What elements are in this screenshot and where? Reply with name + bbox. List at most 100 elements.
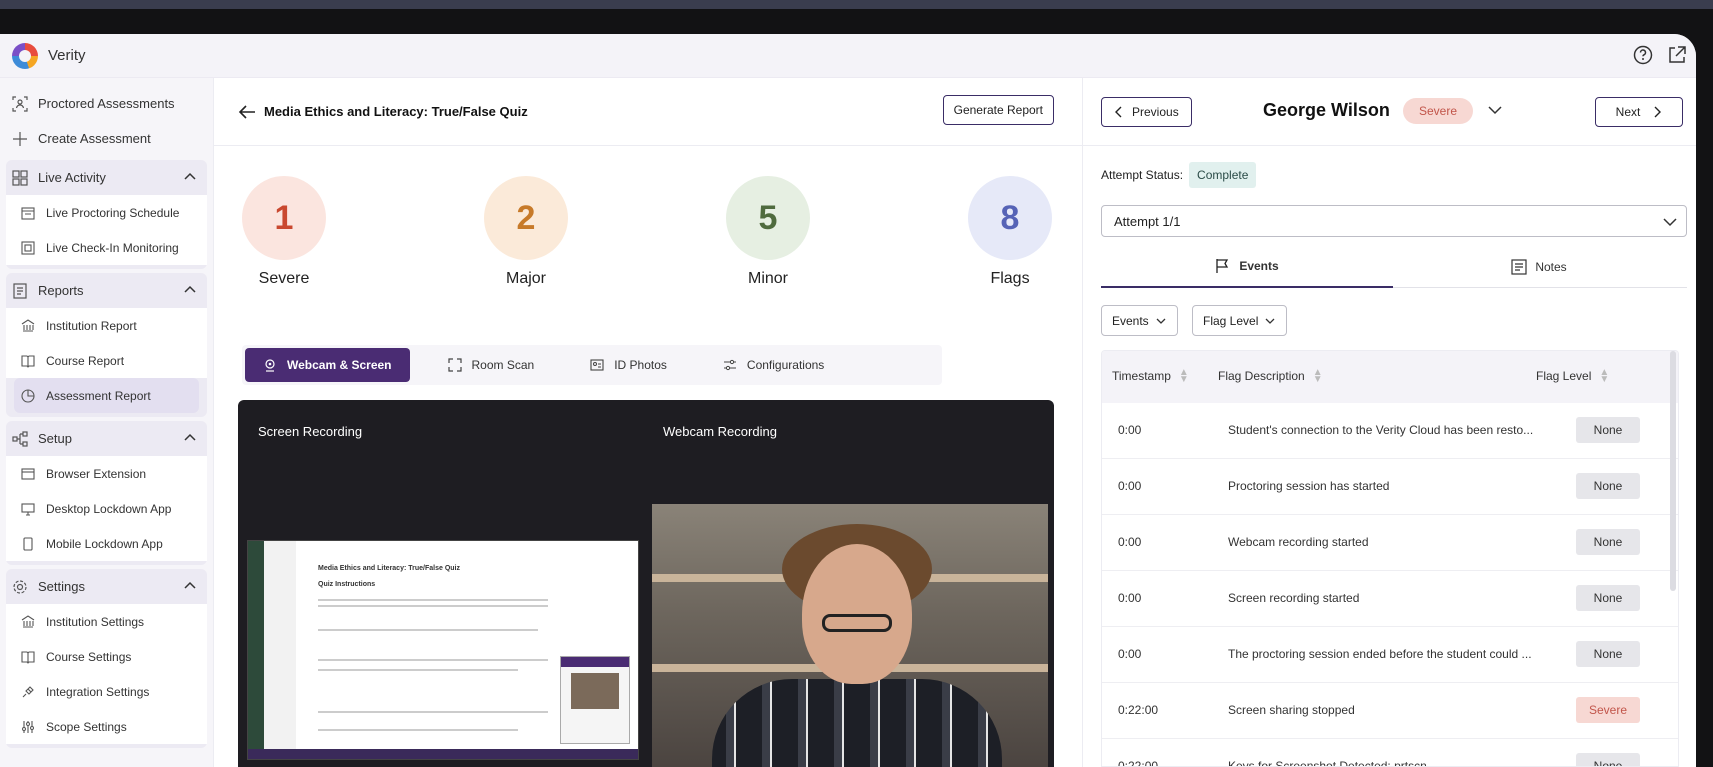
table-scrollbar[interactable] <box>1670 351 1676 591</box>
tab-webcam-screen[interactable]: Webcam & Screen <box>245 348 410 382</box>
tab-id-photos[interactable]: ID Photos <box>572 348 685 382</box>
screen-preview-webcam-widget <box>560 656 630 744</box>
chevron-up-icon[interactable] <box>183 283 197 300</box>
tab-room-scan[interactable]: Room Scan <box>430 348 553 382</box>
attempt-select[interactable]: Attempt 1/1 <box>1101 205 1687 237</box>
monitor-icon <box>20 501 36 517</box>
chevron-up-icon[interactable] <box>183 431 197 448</box>
row-description: Keys for Screenshot Detected: prtscn <box>1228 759 1427 767</box>
events-filter[interactable]: Events <box>1101 305 1178 336</box>
webcam-icon <box>263 358 277 372</box>
stat-label: Minor <box>747 270 788 287</box>
generate-report-button[interactable]: Generate Report <box>942 95 1054 125</box>
row-timestamp: 0:22:00 <box>1118 759 1159 767</box>
sidebar-item-course-settings[interactable]: Course Settings <box>6 639 207 674</box>
stat-circle: 2 <box>484 176 568 260</box>
stat-circle: 1 <box>242 176 326 260</box>
sidebar-item-label: Institution Report <box>46 318 137 333</box>
table-row[interactable]: 0:00 Proctoring session has started None <box>1102 459 1678 515</box>
grid-icon <box>10 168 30 188</box>
back-arrow-icon[interactable] <box>238 102 258 122</box>
chevron-up-icon[interactable] <box>183 579 197 596</box>
row-timestamp: 0:00 <box>1118 647 1142 661</box>
flag-level-badge: None <box>1576 753 1640 766</box>
media-tabs: Webcam & Screen Room Scan ID Photos Conf… <box>242 345 942 385</box>
severity-badge[interactable]: Severe <box>1403 98 1474 124</box>
events-notes-tabs: Events Notes <box>1101 246 1687 288</box>
sidebar-item-label: Browser Extension <box>46 466 147 481</box>
sidebar-item-create-assessment[interactable]: Create Assessment <box>6 121 207 156</box>
tab-notes[interactable]: Notes <box>1393 246 1685 288</box>
sidebar-group-header-setup[interactable]: Setup <box>6 421 207 456</box>
flag-level-filter[interactable]: Flag Level <box>1192 305 1288 336</box>
user-scan-icon <box>10 94 30 114</box>
chevron-down-icon <box>1662 214 1678 233</box>
table-row[interactable]: 0:22:00 Screen sharing stopped Severe <box>1102 683 1678 739</box>
previous-label: Previous <box>1132 105 1179 119</box>
screen-recording-video[interactable]: Media Ethics and Literacy: True/False Qu… <box>247 540 639 760</box>
flag-level-badge: None <box>1576 641 1640 667</box>
sidebar-item-assessment-report[interactable]: Assessment Report <box>14 378 199 413</box>
tab-label: Configurations <box>746 358 825 372</box>
column-flag-level[interactable]: Flag Level ▲ ▼ <box>1536 367 1610 385</box>
sidebar-item-scope-settings[interactable]: Scope Settings <box>6 709 207 744</box>
chevron-down-icon[interactable] <box>1487 102 1503 123</box>
tab-events[interactable]: Events <box>1101 246 1393 288</box>
sidebar-item-live-proctoring-schedule[interactable]: Live Proctoring Schedule <box>6 195 207 230</box>
stat-label: Flags <box>990 270 1030 287</box>
column-flag-description[interactable]: Flag Description ▲ ▼ <box>1218 368 1323 385</box>
sidebar-group-setup: Setup Browser Extension Desktop Lockdown… <box>6 421 207 565</box>
help-icon[interactable] <box>1632 44 1654 66</box>
screen-preview-webcam-bar <box>561 657 629 667</box>
sidebar-group-header-reports[interactable]: Reports <box>6 273 207 308</box>
attempt-select-value: Attempt 1/1 <box>1114 213 1181 229</box>
tab-label: Room Scan <box>471 358 535 372</box>
sidebar-item-live-check-in-monitoring[interactable]: Live Check-In Monitoring <box>6 230 207 265</box>
row-timestamp: 0:00 <box>1118 535 1142 549</box>
screen-preview-line <box>318 729 518 731</box>
column-timestamp[interactable]: Timestamp ▲ ▼ <box>1112 367 1189 385</box>
table-row[interactable]: 0:00 Screen recording started None <box>1102 571 1678 627</box>
sidebar-item-integration-settings[interactable]: Integration Settings <box>6 674 207 709</box>
chevron-up-icon[interactable] <box>183 170 197 187</box>
webcam-recording-video[interactable] <box>652 504 1048 767</box>
tab-configurations[interactable]: Configurations <box>705 348 842 382</box>
flag-level-badge: None <box>1576 585 1640 611</box>
screen-preview-line <box>318 629 538 631</box>
id-card-icon <box>20 240 36 256</box>
webcam-recording-label: Webcam Recording <box>663 424 777 439</box>
sidebar-group-header-live-activity[interactable]: Live Activity <box>6 160 207 195</box>
open-external-icon[interactable] <box>1666 44 1688 66</box>
plus-icon <box>10 129 30 149</box>
table-row[interactable]: 0:22:00 Keys for Screenshot Detected: pr… <box>1102 739 1678 767</box>
sidebar-item-course-report[interactable]: Course Report <box>6 343 207 378</box>
sort-icon: ▲ ▼ <box>1178 367 1189 385</box>
next-label: Next <box>1615 105 1641 119</box>
status-badge: Complete <box>1189 162 1257 188</box>
next-button[interactable]: Next <box>1595 97 1683 127</box>
sidebar-item-institution-report[interactable]: Institution Report <box>6 308 207 343</box>
stat-major: 2 Major <box>484 176 568 288</box>
sidebar-group-label: Settings <box>38 579 85 594</box>
tab-label: Events <box>1239 259 1279 273</box>
window-top-shade <box>0 0 1713 9</box>
events-table: Timestamp ▲ ▼ Flag Description ▲ ▼ Flag Le… <box>1101 350 1679 767</box>
sliders-icon <box>20 719 36 735</box>
screen-preview-line <box>318 711 548 713</box>
sidebar-group-header-settings[interactable]: Settings <box>6 569 207 604</box>
sidebar-item-desktop-lockdown-app[interactable]: Desktop Lockdown App <box>6 491 207 526</box>
table-row[interactable]: 0:00 The proctoring session ended before… <box>1102 627 1678 683</box>
sidebar-group-settings: Settings Institution Settings Course Set… <box>6 569 207 748</box>
sidebar-item-proctored-assessments[interactable]: Proctored Assessments <box>6 86 207 121</box>
sidebar-item-browser-extension[interactable]: Browser Extension <box>6 456 207 491</box>
verity-logo-icon[interactable] <box>12 42 38 69</box>
screen-preview-sidebar <box>248 541 264 759</box>
sidebar-item-institution-settings[interactable]: Institution Settings <box>6 604 207 639</box>
table-row[interactable]: 0:00 Student's connection to the Verity … <box>1102 403 1678 459</box>
table-row[interactable]: 0:00 Webcam recording started None <box>1102 515 1678 571</box>
sidebar-item-mobile-lockdown-app[interactable]: Mobile Lockdown App <box>6 526 207 561</box>
previous-button[interactable]: Previous <box>1101 97 1192 127</box>
row-timestamp: 0:00 <box>1118 479 1142 493</box>
sort-icon: ▲ ▼ <box>1599 367 1610 385</box>
table-header: Timestamp ▲ ▼ Flag Description ▲ ▼ Flag Le… <box>1102 351 1678 403</box>
